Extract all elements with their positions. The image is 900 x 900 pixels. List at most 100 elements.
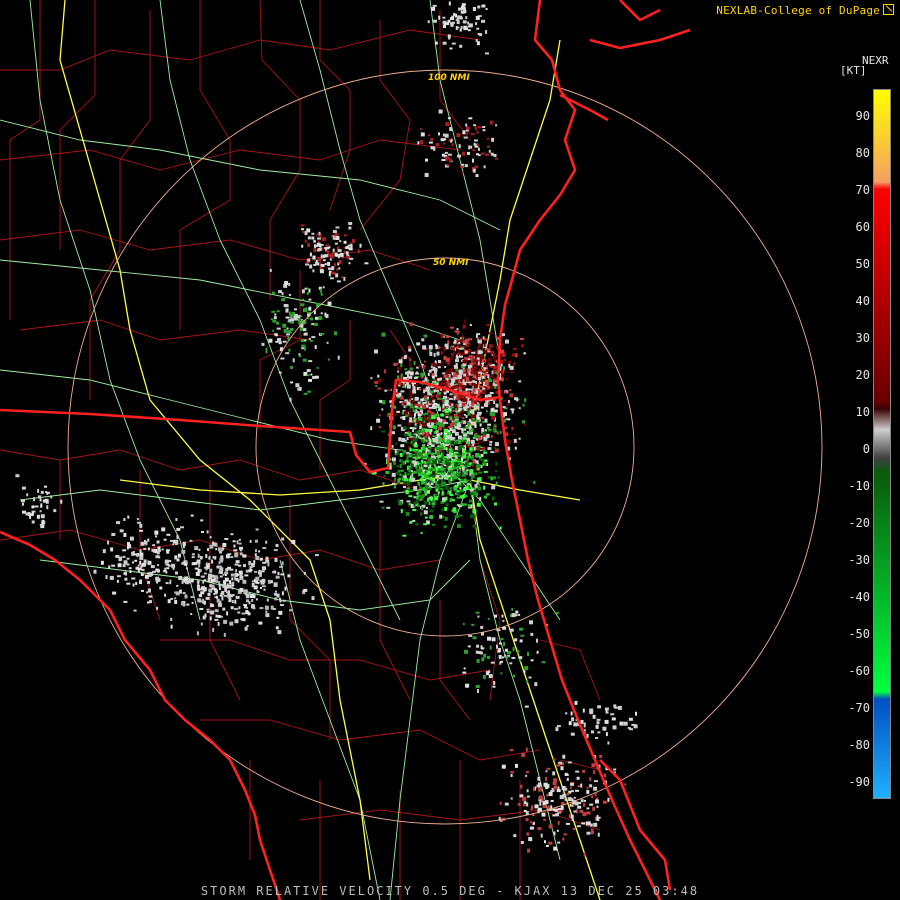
- velocity-echo-pixel: [518, 613, 521, 616]
- velocity-echo-pixel: [524, 666, 529, 671]
- velocity-echo-pixel: [251, 582, 255, 587]
- velocity-echo-pixel: [604, 719, 609, 724]
- velocity-echo-pixel: [425, 493, 427, 496]
- velocity-echo-pixel: [244, 574, 249, 577]
- velocity-echo-pixel: [223, 619, 228, 624]
- velocity-echo-pixel: [288, 283, 291, 286]
- velocity-echo-pixel: [206, 608, 210, 611]
- velocity-echo-pixel: [540, 833, 543, 838]
- velocity-echo-pixel: [21, 499, 25, 503]
- velocity-echo-pixel: [311, 336, 316, 339]
- velocity-echo-pixel: [489, 411, 494, 416]
- velocity-echo-pixel: [527, 848, 530, 853]
- velocity-echo-pixel: [425, 438, 428, 441]
- velocity-echo-pixel: [611, 717, 616, 721]
- velocity-echo-pixel: [407, 345, 411, 349]
- velocity-echo-pixel: [247, 593, 251, 596]
- velocity-echo-pixel: [457, 469, 461, 473]
- velocity-echo-pixel: [438, 15, 441, 20]
- velocity-echo-pixel: [534, 682, 538, 687]
- velocity-echo-pixel: [487, 617, 490, 620]
- velocity-echo-pixel: [479, 496, 482, 501]
- velocity-echo-pixel: [256, 598, 258, 601]
- velocity-echo-pixel: [226, 611, 229, 616]
- velocity-echo-pixel: [457, 26, 460, 29]
- velocity-echo-pixel: [322, 286, 325, 289]
- velocity-echo-pixel: [238, 542, 242, 545]
- velocity-echo-pixel: [453, 341, 457, 344]
- velocity-echo-pixel: [520, 841, 524, 844]
- velocity-echo-pixel: [543, 818, 547, 821]
- velocity-echo-pixel: [276, 616, 280, 619]
- velocity-echo-pixel: [421, 428, 425, 432]
- velocity-echo-pixel: [214, 589, 218, 594]
- velocity-echo-pixel: [436, 422, 440, 426]
- external-link-icon[interactable]: [883, 4, 894, 15]
- velocity-echo-pixel: [164, 567, 167, 571]
- velocity-echo-pixel: [140, 573, 144, 576]
- velocity-echo-pixel: [401, 459, 404, 464]
- velocity-echo-pixel: [242, 579, 247, 584]
- velocity-echo-pixel: [258, 621, 263, 625]
- velocity-echo-pixel: [593, 770, 596, 775]
- velocity-echo-pixel: [326, 250, 330, 253]
- velocity-echo-pixel: [430, 460, 433, 463]
- velocity-echo-pixel: [256, 590, 259, 593]
- velocity-echo-pixel: [122, 555, 126, 558]
- velocity-echo-pixel: [457, 445, 462, 450]
- velocity-echo-pixel: [147, 588, 151, 593]
- velocity-echo-pixel: [515, 610, 519, 614]
- velocity-echo-pixel: [575, 789, 579, 792]
- velocity-echo-pixel: [464, 463, 467, 467]
- velocity-echo-pixel: [444, 366, 447, 368]
- legend-unit-label: [KT]: [840, 64, 867, 77]
- velocity-echo-pixel: [397, 482, 401, 485]
- velocity-echo-pixel: [503, 391, 508, 394]
- velocity-echo-pixel: [410, 406, 415, 409]
- velocity-echo-pixel: [457, 349, 460, 354]
- velocity-echo-pixel: [399, 401, 402, 404]
- velocity-echo-pixel: [249, 539, 252, 543]
- velocity-echo-pixel: [478, 337, 481, 341]
- nexlab-credit[interactable]: NEXLAB-College of DuPage: [716, 4, 894, 17]
- velocity-echo-pixel: [209, 544, 214, 549]
- velocity-echo-pixel: [427, 373, 430, 376]
- velocity-echo-pixel: [448, 478, 451, 483]
- velocity-echo-pixel: [610, 713, 615, 716]
- velocity-echo-pixel: [262, 561, 267, 564]
- velocity-echo-pixel: [274, 558, 278, 562]
- velocity-echo-pixel: [520, 338, 524, 341]
- velocity-echo-pixel: [282, 340, 287, 343]
- range-ring-label-50: 50 NMI: [433, 258, 469, 268]
- velocity-echo-pixel: [248, 560, 252, 565]
- velocity-echo-pixel: [474, 126, 477, 131]
- velocity-echo-pixel: [505, 339, 509, 344]
- velocity-echo-pixel: [476, 357, 480, 360]
- velocity-echo-pixel: [504, 802, 509, 806]
- velocity-echo-pixel: [33, 497, 35, 502]
- velocity-echo-pixel: [454, 440, 458, 444]
- velocity-echo-pixel: [137, 564, 140, 567]
- velocity-echo-pixel: [300, 339, 305, 343]
- velocity-echo-pixel: [492, 382, 495, 386]
- velocity-echo-pixel: [281, 537, 285, 541]
- velocity-echo-pixel: [433, 460, 437, 464]
- velocity-echo-pixel: [513, 834, 517, 838]
- velocity-echo-pixel: [222, 543, 227, 547]
- velocity-echo-pixel: [472, 402, 474, 407]
- velocity-echo-pixel: [505, 432, 509, 437]
- velocity-echo-pixel: [111, 564, 116, 567]
- velocity-echo-pixel: [463, 319, 466, 324]
- velocity-echo-pixel: [419, 463, 422, 468]
- credit-text[interactable]: NEXLAB-College of DuPage: [716, 4, 880, 17]
- velocity-echo-pixel: [291, 539, 296, 544]
- velocity-echo-pixel: [504, 370, 508, 373]
- velocity-echo-pixel: [219, 571, 223, 574]
- velocity-echo-pixel: [227, 584, 232, 589]
- velocity-echo-pixel: [157, 564, 160, 567]
- velocity-echo-pixel: [206, 564, 210, 569]
- velocity-echo-pixel: [495, 481, 498, 486]
- velocity-echo-pixel: [504, 358, 507, 362]
- velocity-echo-pixel: [394, 485, 397, 489]
- velocity-echo-pixel: [391, 444, 394, 448]
